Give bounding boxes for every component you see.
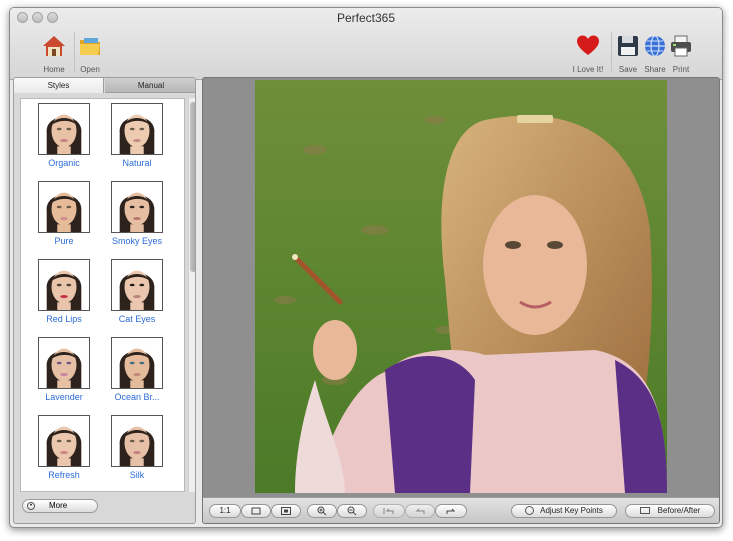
viewer-bottom-bar: 1:1 Adjust Key Points Before/After — [203, 497, 719, 523]
photo-canvas[interactable] — [255, 80, 667, 493]
open-button[interactable]: Open — [68, 34, 112, 74]
fit-window-icon — [251, 507, 261, 515]
adjust-key-points-button[interactable]: Adjust Key Points — [511, 504, 617, 518]
zoom-in-icon — [317, 506, 327, 516]
style-thumbnail[interactable] — [111, 259, 163, 311]
style-name[interactable]: Lavender — [27, 392, 101, 402]
style-thumbnail[interactable] — [38, 259, 90, 311]
style-name[interactable]: Pure — [27, 236, 101, 246]
undo-button[interactable] — [405, 504, 435, 518]
fit-to-window-button[interactable] — [241, 504, 271, 518]
print-button[interactable]: Print — [659, 34, 703, 74]
undo-all-icon — [383, 507, 394, 514]
style-item[interactable]: Refresh — [27, 415, 101, 480]
style-item[interactable]: Pure — [27, 181, 101, 246]
style-name[interactable]: Cat Eyes — [100, 314, 174, 324]
style-item[interactable]: Cat Eyes — [100, 259, 174, 324]
style-name[interactable]: Red Lips — [27, 314, 101, 324]
actual-size-button[interactable]: 1:1 — [209, 504, 241, 518]
photo-viewer: 1:1 Adjust Key Points Before/After — [202, 77, 720, 524]
toolbar: Perfect365 Home Open I Love It! Save Sha… — [10, 8, 722, 80]
style-item[interactable]: Lavender — [27, 337, 101, 402]
zoom-in-button[interactable] — [307, 504, 337, 518]
scrollbar-thumb[interactable] — [190, 102, 195, 272]
more-label: More — [49, 501, 68, 510]
fit-to-screen-button[interactable] — [271, 504, 301, 518]
style-item[interactable]: Red Lips — [27, 259, 101, 324]
open-label: Open — [80, 65, 100, 74]
style-thumbnail[interactable] — [38, 181, 90, 233]
style-thumbnail[interactable] — [111, 181, 163, 233]
style-name[interactable]: Natural — [100, 158, 174, 168]
styles-scrollbar[interactable] — [188, 98, 195, 492]
styles-list: Organic Natural Pure Smoky Eyes Red Lips Cat … — [20, 98, 185, 492]
style-thumbnail[interactable] — [38, 103, 90, 155]
style-name[interactable]: Silk — [100, 470, 174, 480]
style-thumbnail[interactable] — [111, 337, 163, 389]
window-title: Perfect365 — [336, 11, 396, 25]
printer-icon — [671, 35, 691, 57]
face-icon — [525, 506, 535, 516]
style-name[interactable]: Ocean Br... — [100, 392, 174, 402]
style-thumbnail[interactable] — [38, 337, 90, 389]
undo-all-button[interactable] — [373, 504, 405, 518]
i-love-it-button[interactable]: I Love It! — [566, 34, 610, 74]
i-love-it-label: I Love It! — [572, 65, 604, 74]
tab-styles[interactable]: Styles — [14, 78, 104, 93]
folder-icon — [80, 38, 100, 55]
app-window: Perfect365 Home Open I Love It! Save Sha… — [9, 7, 723, 528]
print-label: Print — [672, 65, 690, 74]
home-icon — [43, 36, 65, 56]
before-after-button[interactable]: Before/After — [625, 504, 715, 518]
style-name[interactable]: Refresh — [27, 470, 101, 480]
compare-icon — [639, 507, 650, 515]
styles-panel: Styles Manual Organic Natural Pure Smoky Ey… — [13, 77, 196, 524]
tab-manual[interactable]: Manual — [105, 78, 195, 93]
zoom-out-button[interactable] — [337, 504, 367, 518]
style-thumbnail[interactable] — [38, 415, 90, 467]
undo-icon — [415, 508, 425, 514]
more-icon: • — [27, 502, 35, 510]
style-item[interactable]: Silk — [100, 415, 174, 480]
style-name[interactable]: Smoky Eyes — [100, 236, 174, 246]
style-item[interactable]: Smoky Eyes — [100, 181, 174, 246]
more-styles-button[interactable]: • More — [22, 499, 98, 513]
style-name[interactable]: Organic — [27, 158, 101, 168]
style-item[interactable]: Ocean Br... — [100, 337, 174, 402]
style-thumbnail[interactable] — [111, 415, 163, 467]
heart-icon — [577, 35, 599, 55]
redo-icon — [446, 508, 456, 514]
zoom-out-icon — [347, 506, 357, 516]
fit-screen-icon — [281, 506, 291, 515]
style-item[interactable]: Organic — [27, 103, 101, 168]
redo-button[interactable] — [435, 504, 467, 518]
adjust-key-points-label: Adjust Key Points — [540, 506, 603, 515]
before-after-label: Before/After — [657, 506, 701, 515]
style-thumbnail[interactable] — [111, 103, 163, 155]
style-item[interactable]: Natural — [100, 103, 174, 168]
